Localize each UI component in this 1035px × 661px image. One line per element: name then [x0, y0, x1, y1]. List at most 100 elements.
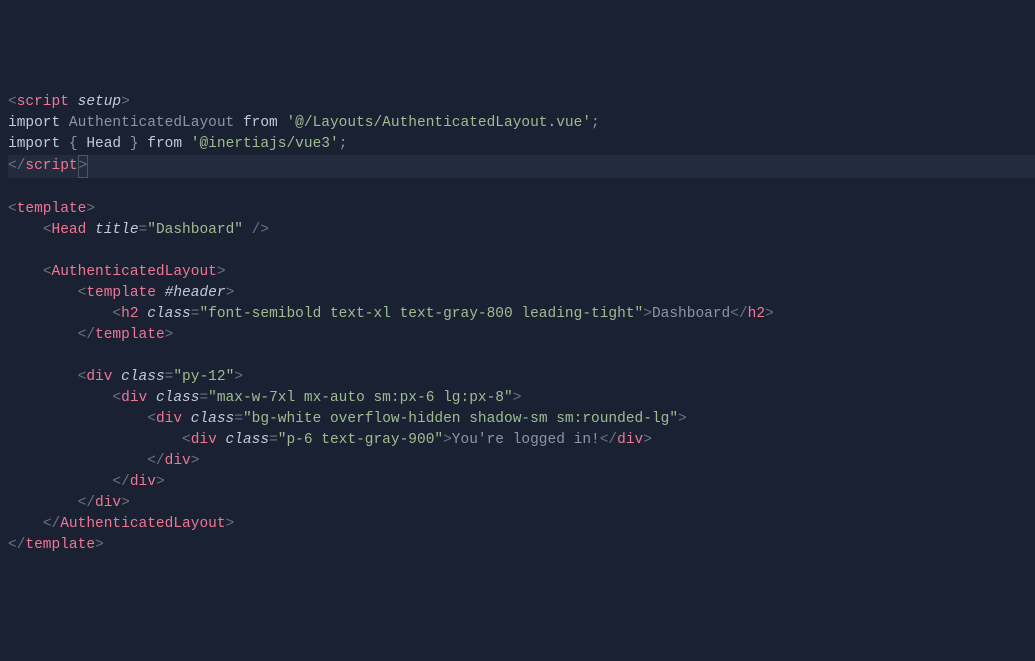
tag-name: script — [17, 94, 69, 110]
code-line: </div> — [8, 493, 1035, 514]
attr: class — [156, 390, 200, 406]
bracket: < — [182, 432, 191, 448]
string: "Dashboard" — [147, 222, 243, 238]
code-line: <div class="bg-white overflow-hidden sha… — [8, 409, 1035, 430]
code-editor[interactable]: <script setup>import AuthenticatedLayout… — [8, 92, 1035, 556]
tag-name: div — [617, 432, 643, 448]
bracket: > — [226, 516, 235, 532]
tag-name: h2 — [748, 306, 765, 322]
bracket: < — [43, 222, 52, 238]
bracket: </ — [78, 327, 95, 343]
code-line: <template> — [8, 199, 1035, 220]
bracket: < — [112, 306, 121, 322]
bracket: < — [112, 390, 121, 406]
text-content: Dashboard — [652, 306, 730, 322]
tag-name: div — [130, 474, 156, 490]
attr: #header — [165, 285, 226, 301]
bracket: > — [226, 285, 235, 301]
keyword: import — [8, 115, 60, 131]
keyword: from — [243, 115, 278, 131]
tag-name: div — [121, 390, 147, 406]
code-line — [8, 241, 1035, 262]
code-line: import AuthenticatedLayout from '@/Layou… — [8, 113, 1035, 134]
bracket: </ — [600, 432, 617, 448]
tag-name: AuthenticatedLayout — [52, 264, 217, 280]
keyword: import — [8, 136, 60, 152]
string: '@/Layouts/AuthenticatedLayout.vue' — [286, 115, 591, 131]
tag-name: h2 — [121, 306, 138, 322]
code-line-active: </script> — [8, 155, 1035, 178]
cursor: > — [78, 155, 89, 178]
string: "max-w-7xl mx-auto sm:px-6 lg:px-8" — [208, 390, 513, 406]
code-line: <script setup> — [8, 92, 1035, 113]
bracket: > — [86, 201, 95, 217]
tag-name: div — [165, 453, 191, 469]
code-line: <h2 class="font-semibold text-xl text-gr… — [8, 304, 1035, 325]
code-line: <div class="py-12"> — [8, 367, 1035, 388]
code-line: import { Head } from '@inertiajs/vue3'; — [8, 134, 1035, 155]
keyword: from — [147, 136, 182, 152]
string: "font-semibold text-xl text-gray-800 lea… — [199, 306, 643, 322]
bracket: < — [43, 264, 52, 280]
attr: class — [121, 369, 165, 385]
attr: setup — [78, 94, 122, 110]
tag-name: Head — [52, 222, 87, 238]
code-line: <template #header> — [8, 283, 1035, 304]
bracket: > — [165, 327, 174, 343]
bracket: </ — [8, 158, 25, 174]
code-line: </div> — [8, 472, 1035, 493]
string: "py-12" — [173, 369, 234, 385]
bracket: </ — [8, 537, 25, 553]
tag-name: template — [95, 327, 165, 343]
attr: class — [226, 432, 270, 448]
tag-name: div — [86, 369, 112, 385]
punct: ; — [339, 136, 348, 152]
bracket: </ — [112, 474, 129, 490]
bracket: > — [217, 264, 226, 280]
bracket: > — [678, 411, 687, 427]
tag-name: AuthenticatedLayout — [60, 516, 225, 532]
tag-name: div — [191, 432, 217, 448]
bracket: > — [156, 474, 165, 490]
bracket: > — [513, 390, 522, 406]
bracket: </ — [147, 453, 164, 469]
string: "p-6 text-gray-900" — [278, 432, 443, 448]
bracket: > — [234, 369, 243, 385]
code-line: </AuthenticatedLayout> — [8, 514, 1035, 535]
text-content: You're logged in! — [452, 432, 600, 448]
bracket: < — [8, 94, 17, 110]
attr: class — [191, 411, 235, 427]
bracket: > — [765, 306, 774, 322]
bracket: < — [8, 201, 17, 217]
bracket: > — [643, 432, 652, 448]
code-line: </template> — [8, 535, 1035, 556]
bracket: > — [443, 432, 452, 448]
bracket: > — [121, 495, 130, 511]
bracket: > — [643, 306, 652, 322]
punct: { — [69, 136, 78, 152]
bracket: </ — [78, 495, 95, 511]
bracket: > — [191, 453, 200, 469]
bracket: </ — [43, 516, 60, 532]
string: '@inertiajs/vue3' — [191, 136, 339, 152]
code-line — [8, 346, 1035, 367]
tag-name: template — [17, 201, 87, 217]
bracket: </ — [730, 306, 747, 322]
bracket: > — [95, 537, 104, 553]
string: "bg-white overflow-hidden shadow-sm sm:r… — [243, 411, 678, 427]
punct: } — [130, 136, 139, 152]
code-line: </template> — [8, 325, 1035, 346]
attr: title — [95, 222, 139, 238]
bracket: /> — [243, 222, 269, 238]
tag-name: div — [156, 411, 182, 427]
bracket: > — [121, 94, 130, 110]
attr: class — [147, 306, 191, 322]
tag-name: div — [95, 495, 121, 511]
punct: ; — [591, 115, 600, 131]
code-line — [8, 178, 1035, 199]
code-line: <AuthenticatedLayout> — [8, 262, 1035, 283]
bracket: < — [147, 411, 156, 427]
code-line: <div class="max-w-7xl mx-auto sm:px-6 lg… — [8, 388, 1035, 409]
tag-name: script — [25, 158, 77, 174]
identifier: Head — [86, 136, 121, 152]
